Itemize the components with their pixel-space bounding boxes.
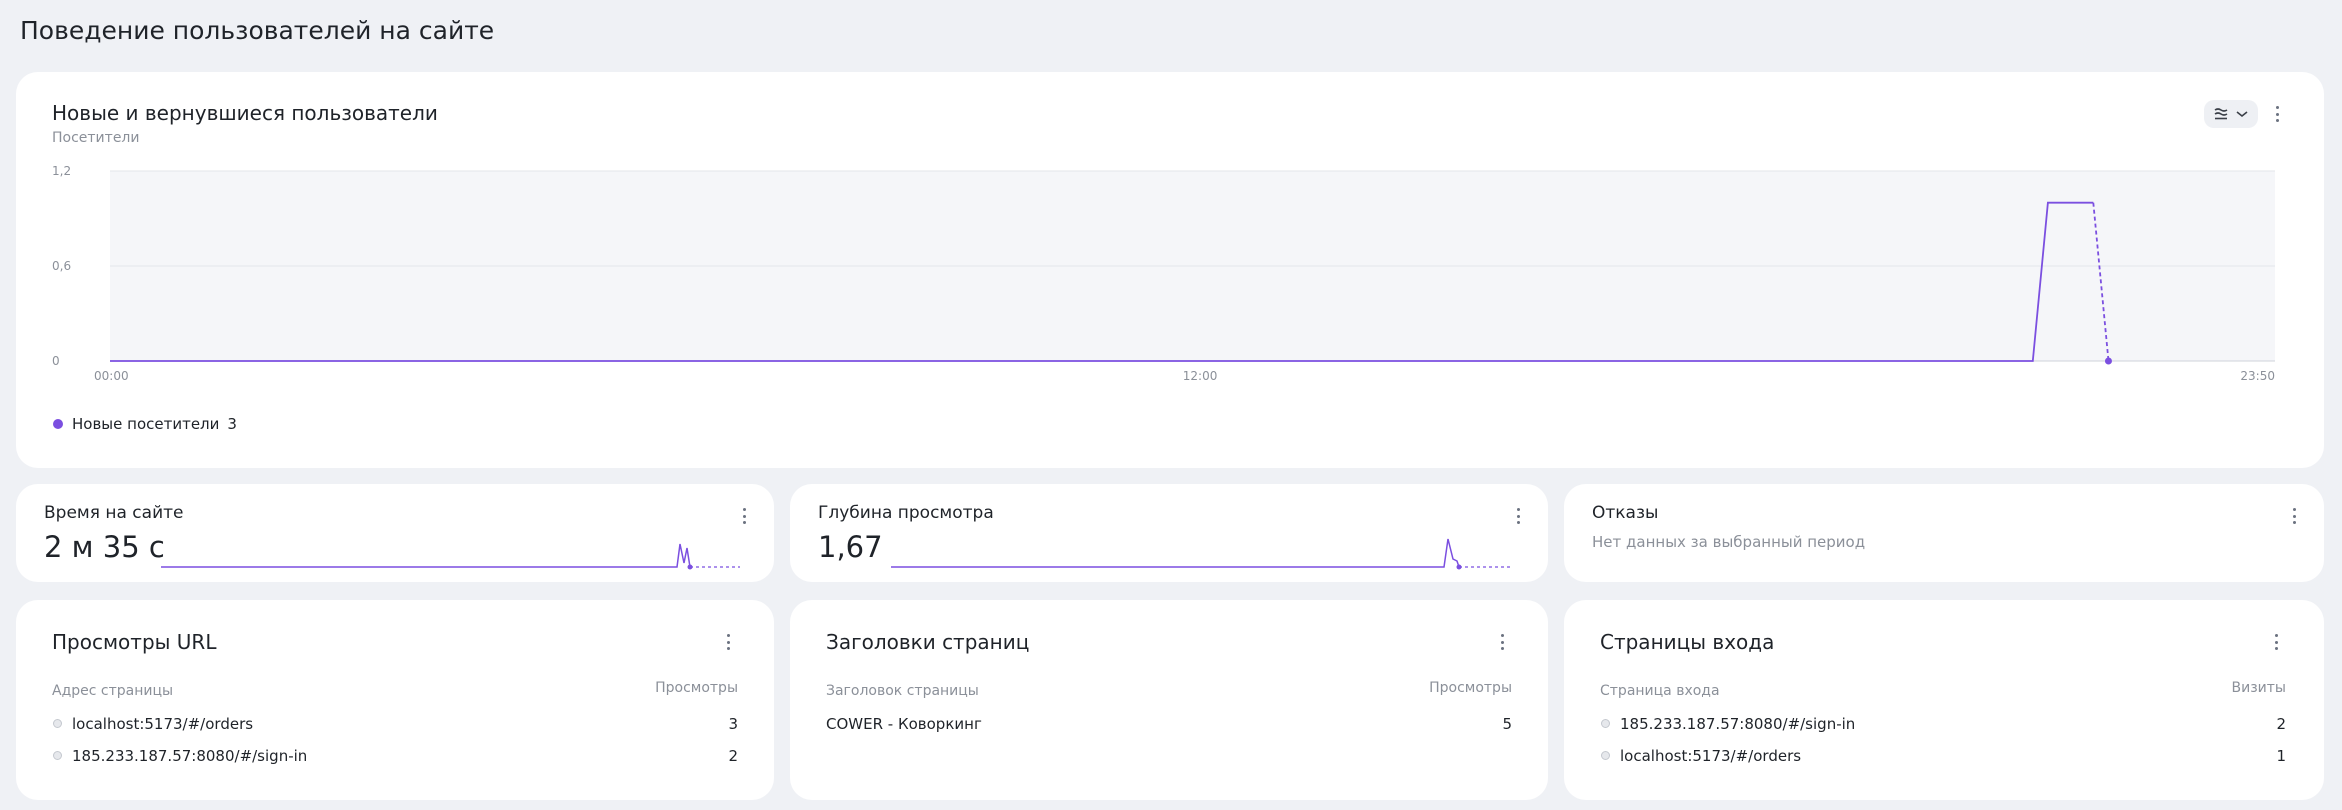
table-row-value: 1 bbox=[2276, 747, 2286, 765]
legend-marker bbox=[53, 419, 63, 429]
chart-type-dropdown-button[interactable] bbox=[2204, 100, 2258, 128]
legend-item-new-visitors[interactable]: Новые посетители 3 bbox=[72, 415, 237, 433]
table-row-label[interactable]: 185.233.187.57:8080/#/sign-in bbox=[1620, 715, 1855, 733]
table-title: Заголовки страниц bbox=[826, 630, 1030, 654]
page-depth-sparkline bbox=[891, 538, 1512, 570]
table-more-menu-icon[interactable] bbox=[1498, 631, 1506, 653]
metric-value: 1,67 bbox=[818, 530, 883, 564]
time-on-site-sparkline bbox=[161, 543, 740, 570]
column-header-left: Заголовок страницы bbox=[826, 683, 979, 699]
y-tick-label: 0 bbox=[52, 354, 60, 368]
row-bullet-icon bbox=[1601, 719, 1610, 728]
table-row-value: 2 bbox=[2276, 715, 2286, 733]
row-bullet-icon bbox=[1601, 751, 1610, 760]
column-header-right: Просмотры bbox=[655, 680, 738, 696]
legend-label: Новые посетители bbox=[72, 415, 220, 433]
table-row-label[interactable]: localhost:5173/#/orders bbox=[1620, 747, 1801, 765]
x-tick-label: 23:50 bbox=[2240, 369, 2275, 383]
y-tick-label: 0,6 bbox=[52, 259, 71, 273]
row-bullet-icon bbox=[53, 751, 62, 760]
page-title: Поведение пользователей на сайте bbox=[20, 16, 495, 45]
x-tick-label: 12:00 bbox=[1183, 369, 1218, 383]
table-row-label[interactable]: COWER - Коворкинг bbox=[826, 715, 982, 733]
metric-title: Глубина просмотра bbox=[818, 503, 994, 523]
no-data-message: Нет данных за выбранный период bbox=[1592, 533, 1866, 551]
column-header-right: Просмотры bbox=[1429, 680, 1512, 696]
y-tick-label: 1,2 bbox=[52, 164, 71, 178]
table-row-value: 5 bbox=[1502, 715, 1512, 733]
table-row-label[interactable]: localhost:5173/#/orders bbox=[72, 715, 253, 733]
table-row-value: 2 bbox=[728, 747, 738, 765]
column-header-right: Визиты bbox=[2231, 680, 2286, 696]
metric-title: Время на сайте bbox=[44, 503, 184, 523]
row-bullet-icon bbox=[53, 719, 62, 728]
table-row-value: 3 bbox=[728, 715, 738, 733]
table-title: Страницы входа bbox=[1600, 630, 1775, 654]
metric-more-menu-icon[interactable] bbox=[740, 505, 748, 527]
chart-subtitle: Посетители bbox=[52, 130, 140, 146]
table-more-menu-icon[interactable] bbox=[724, 631, 732, 653]
metric-more-menu-icon[interactable] bbox=[1514, 505, 1522, 527]
legend-count: 3 bbox=[227, 415, 237, 433]
metric-value: 2 м 35 с bbox=[44, 530, 165, 564]
chevron-down-icon bbox=[2236, 111, 2248, 118]
table-title: Просмотры URL bbox=[52, 630, 217, 654]
chart-settings-icon bbox=[2214, 108, 2228, 120]
table-row-label[interactable]: 185.233.187.57:8080/#/sign-in bbox=[72, 747, 307, 765]
chart-more-menu-icon[interactable] bbox=[2273, 103, 2281, 125]
data-point bbox=[2104, 357, 2112, 365]
table-more-menu-icon[interactable] bbox=[2272, 631, 2280, 653]
chart-title: Новые и вернувшиеся пользователи bbox=[52, 101, 438, 125]
column-header-left: Адрес страницы bbox=[52, 683, 174, 699]
x-tick-label: 00:00 bbox=[94, 369, 129, 383]
column-header-left: Страница входа bbox=[1600, 683, 1720, 699]
metric-more-menu-icon[interactable] bbox=[2290, 505, 2298, 527]
metric-title: Отказы bbox=[1592, 503, 1659, 523]
